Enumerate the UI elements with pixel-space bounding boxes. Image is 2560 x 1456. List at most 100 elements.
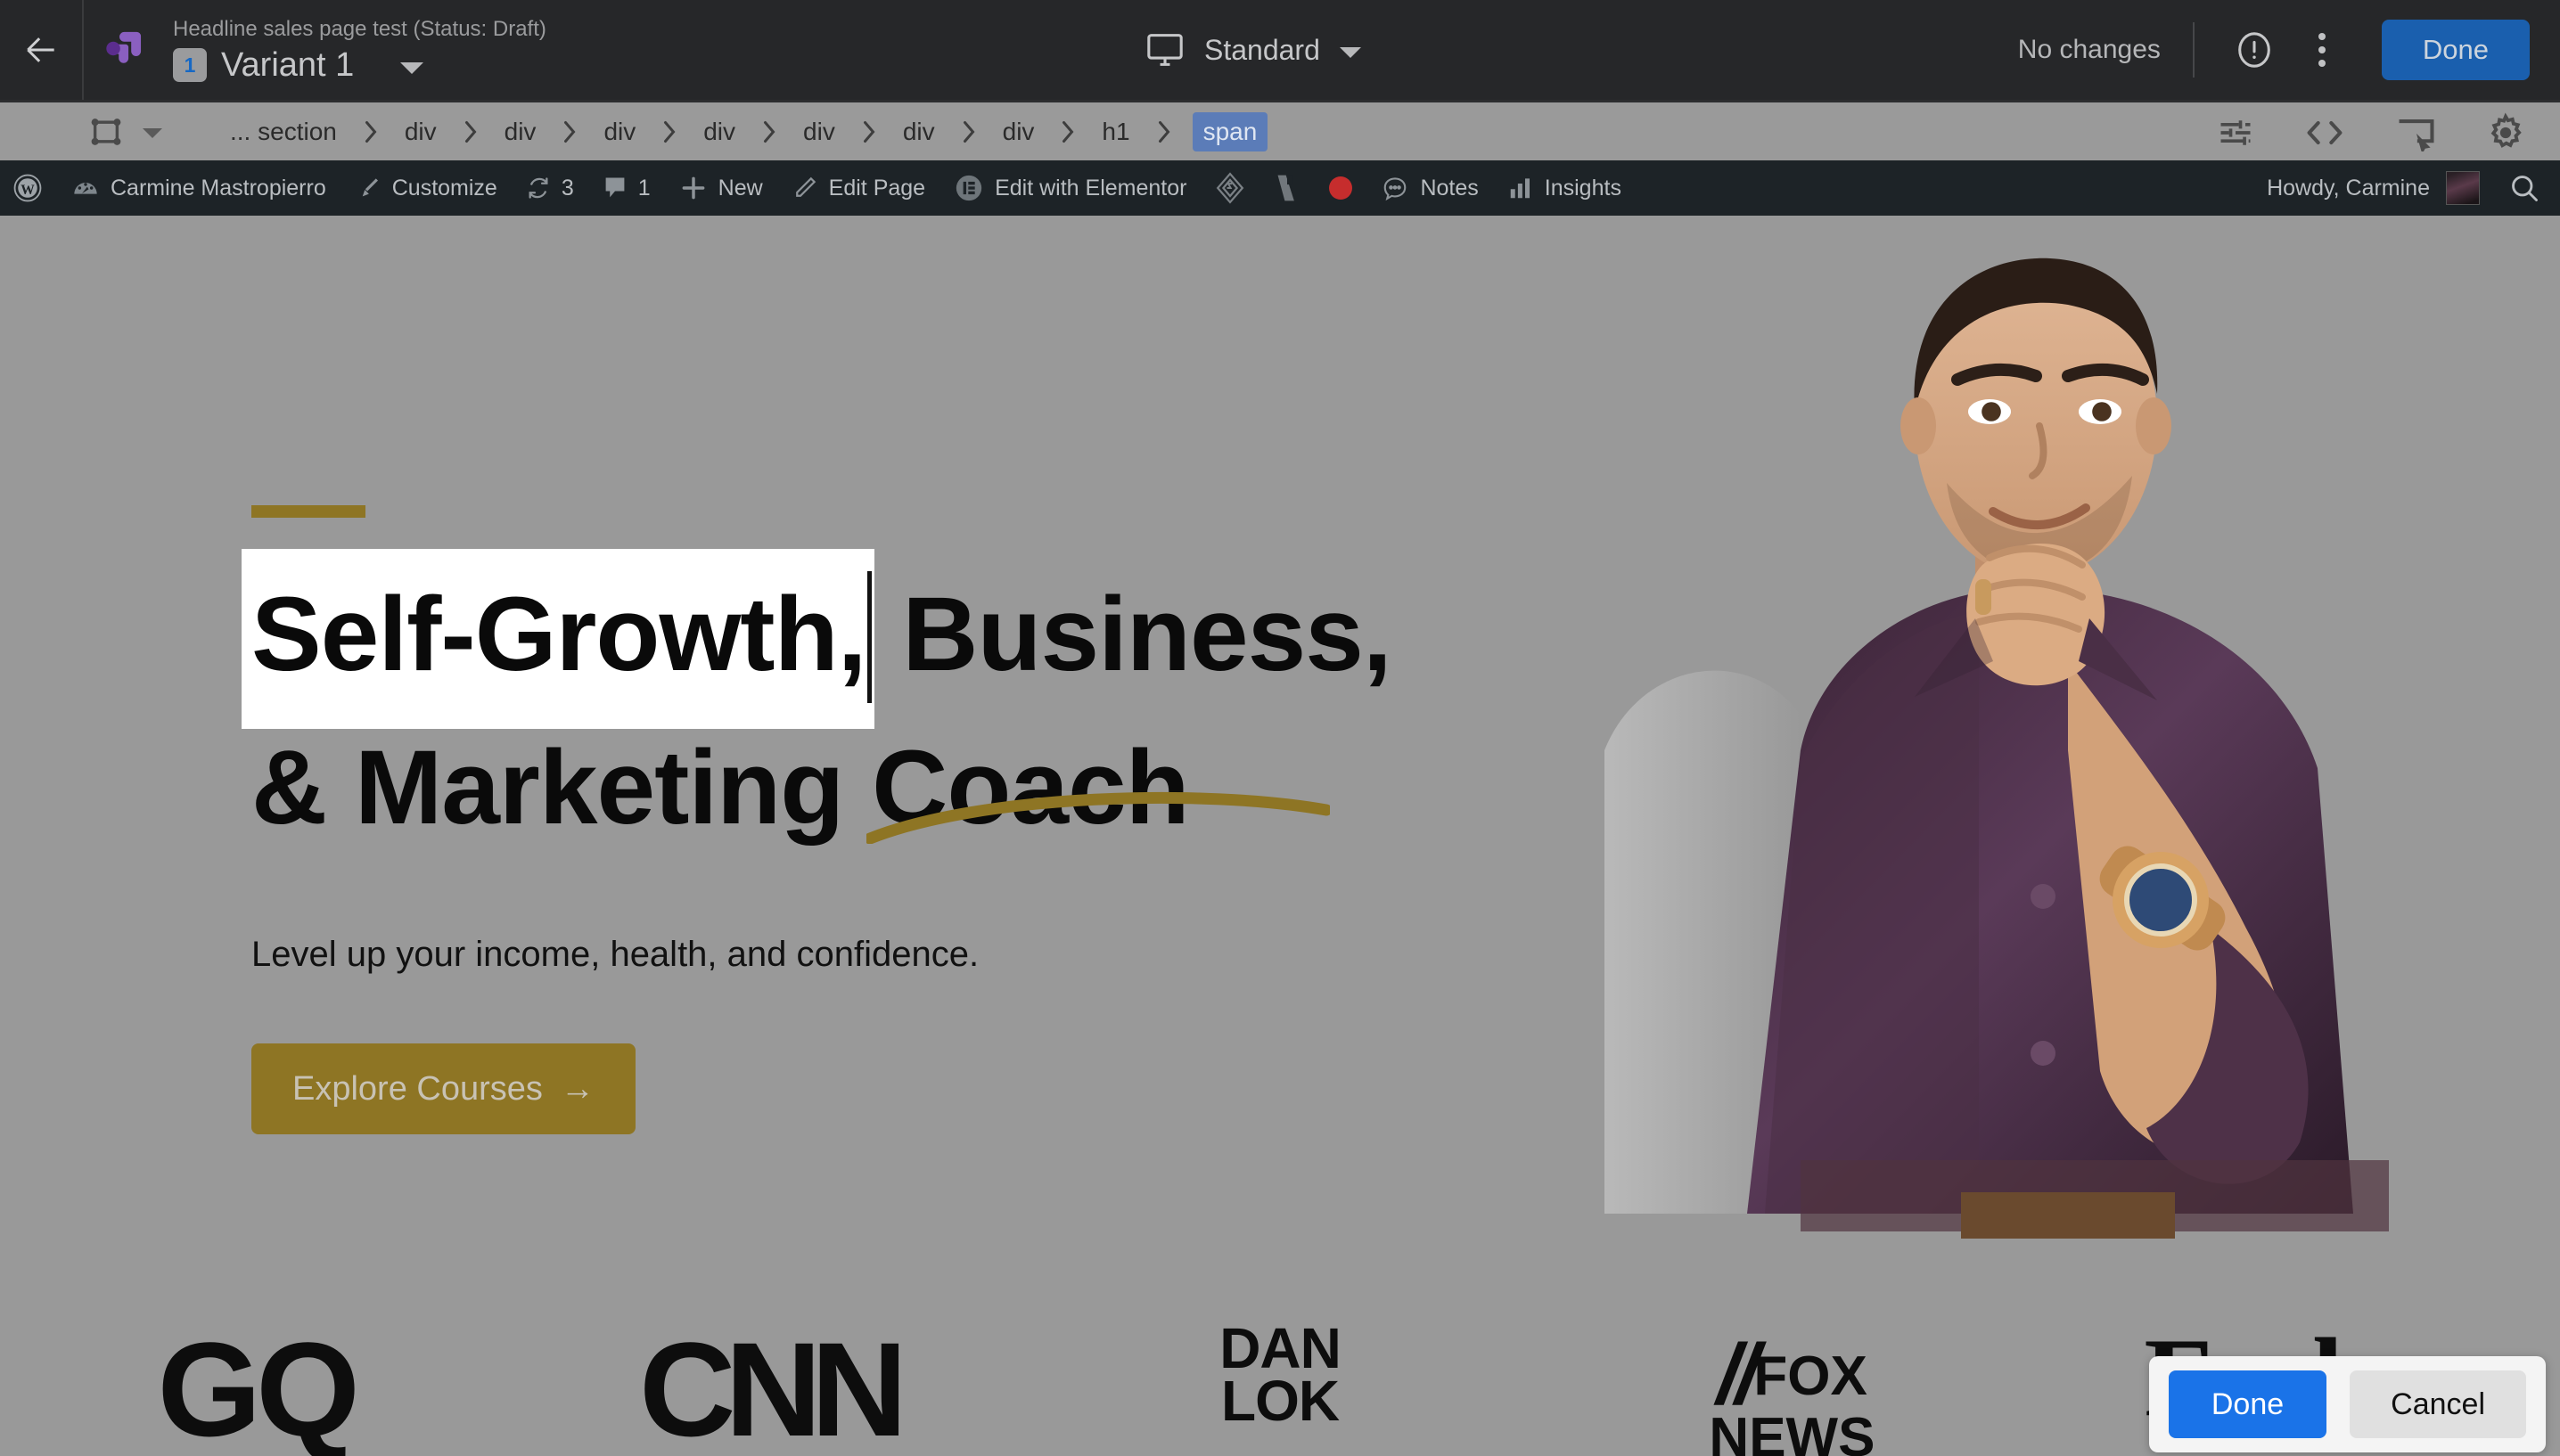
breadcrumb-item-div[interactable]: div <box>399 114 442 150</box>
element-select-button[interactable] <box>89 117 162 147</box>
wp-greeting: Howdy, Carmine <box>2267 175 2430 200</box>
toolbar-divider <box>82 0 84 100</box>
cta-label: Explore Courses <box>292 1069 543 1108</box>
wp-updates[interactable]: 3 <box>512 160 588 216</box>
wp-item-label: 3 <box>561 175 574 200</box>
settings-button[interactable] <box>2485 112 2526 153</box>
selected-text-span[interactable]: Self-Growth, <box>242 550 874 728</box>
variant-badge: 1 <box>173 48 207 83</box>
headline-selected-text: Self-Growth, <box>251 576 866 693</box>
headline-rest-text: Business, <box>874 576 1391 693</box>
wp-yoast[interactable] <box>1259 160 1315 216</box>
dom-breadcrumb-bar: ... section div div div div div div div h1 span <box>0 100 2560 160</box>
logo-dan-lok: DAN LOK <box>1219 1322 1342 1433</box>
alert-button[interactable] <box>2227 22 2282 78</box>
screen-pointer-icon <box>2399 119 2434 151</box>
fox-slashes-icon: // <box>1717 1327 1759 1422</box>
code-view-button[interactable] <box>2303 113 2346 152</box>
insights-bars-icon <box>1510 178 1530 199</box>
monitor-icon <box>1147 34 1183 66</box>
wp-logo-menu[interactable]: W <box>0 160 57 216</box>
search-button[interactable] <box>2508 172 2540 204</box>
changes-status: No changes <box>2017 35 2161 64</box>
wp-customize[interactable]: Customize <box>341 160 512 216</box>
device-preview-switch[interactable]: Standard <box>1145 0 1361 100</box>
logo-gq: GQ <box>157 1322 360 1456</box>
logo-fox-news: //FOX NEWS <box>1709 1327 1875 1456</box>
refresh-icon <box>529 177 548 199</box>
wordpress-icon: W <box>13 174 42 202</box>
device-label: Standard <box>1204 33 1320 66</box>
sliders-icon-button[interactable] <box>2216 113 2255 152</box>
screen-pointer-button[interactable] <box>2394 114 2437 151</box>
wp-notes[interactable]: Notes <box>1366 160 1492 216</box>
back-button[interactable] <box>0 0 82 100</box>
breadcrumb-item-div[interactable]: div <box>997 114 1040 150</box>
breadcrumb-separator-icon <box>462 119 480 145</box>
notes-bubble-icon <box>1384 177 1407 201</box>
wp-item-label: Insights <box>1544 175 1621 200</box>
divider <box>2192 22 2195 78</box>
breadcrumb-item--section[interactable]: ... section <box>225 114 342 150</box>
breadcrumb-separator-icon <box>661 119 678 145</box>
variant-name-label: Variant 1 <box>221 45 355 84</box>
yoast-icon <box>1278 175 1295 201</box>
variant-selector[interactable]: Headline sales page test (Status: Draft)… <box>173 0 546 100</box>
wp-site-name[interactable]: Carmine Mastropierro <box>57 160 341 216</box>
chevron-down-icon[interactable] <box>400 61 424 74</box>
wordpress-admin-bar: W Carmine Mastropierro Customize 3 1 New… <box>0 160 2560 216</box>
breadcrumb-separator-icon <box>960 119 978 145</box>
breadcrumb-item-div[interactable]: div <box>499 114 542 150</box>
wp-item-label: New <box>718 175 763 200</box>
breadcrumb-separator-icon <box>1155 119 1173 145</box>
explore-courses-button[interactable]: Explore Courses → <box>251 1043 636 1135</box>
wp-new[interactable]: New <box>665 160 777 216</box>
avatar[interactable] <box>2446 171 2480 205</box>
code-brackets-icon <box>2307 120 2343 145</box>
breadcrumb-separator-icon <box>760 119 778 145</box>
breadcrumb-separator-icon <box>362 119 380 145</box>
brand-logo-icon <box>91 0 160 100</box>
page-title[interactable]: Self-Growth, Business, & Marketing Coach <box>242 550 1410 853</box>
record-dot-icon <box>1329 176 1353 200</box>
wp-record-indicator[interactable] <box>1315 160 1366 216</box>
text-caret <box>867 570 873 703</box>
pencil-icon <box>795 176 816 197</box>
headline-line-2: & Marketing Coach <box>251 728 1190 847</box>
inline-edit-actions: Done Cancel <box>2148 1356 2546 1452</box>
brand-logo-glyph <box>106 31 142 63</box>
breadcrumb-item-div[interactable]: div <box>798 114 841 150</box>
wp-item-label: Edit Page <box>828 175 926 200</box>
breadcrumb-item-div[interactable]: div <box>698 114 741 150</box>
more-options-button[interactable] <box>2294 22 2350 78</box>
gold-accent-rule <box>251 505 365 518</box>
wp-comments[interactable]: 1 <box>588 160 665 216</box>
chevron-down-icon <box>143 128 162 138</box>
wp-item-label: 1 <box>637 175 651 200</box>
breadcrumb-separator-icon <box>1059 119 1077 145</box>
diamond-icon <box>1217 172 1244 204</box>
arrow-left-icon <box>27 37 54 62</box>
gear-icon <box>2490 112 2522 148</box>
breadcrumb-item-h1[interactable]: h1 <box>1096 114 1135 150</box>
wp-edit-elementor[interactable]: Edit with Elementor <box>939 160 1201 216</box>
breadcrumb-item-span[interactable]: span <box>1192 111 1268 151</box>
cancel-button[interactable]: Cancel <box>2350 1370 2526 1438</box>
wp-plugin-diamond[interactable] <box>1201 160 1259 216</box>
wp-insights[interactable]: Insights <box>1493 160 1636 216</box>
logo-cnn: CNN <box>639 1322 907 1456</box>
breadcrumb-item-div[interactable]: div <box>598 114 641 150</box>
more-vertical-icon <box>2318 33 2326 67</box>
comment-icon <box>605 177 625 198</box>
hero-subheadline: Level up your income, health, and confid… <box>251 935 980 975</box>
done-button[interactable]: Done <box>2168 1370 2327 1438</box>
done-top-button[interactable]: Done <box>2381 20 2530 80</box>
dashboard-gauge-icon <box>74 183 97 194</box>
breadcrumb-item-div[interactable]: div <box>898 114 940 150</box>
wp-item-label: Customize <box>391 175 497 200</box>
editor-bar-right: No changes Done <box>2018 0 2560 100</box>
chevron-down-icon <box>1339 46 1361 58</box>
alert-circle-icon <box>2238 32 2270 68</box>
wp-edit-page[interactable]: Edit Page <box>777 160 939 216</box>
page-preview-canvas[interactable]: Self-Growth, Business, & Marketing Coach… <box>0 216 2560 1456</box>
